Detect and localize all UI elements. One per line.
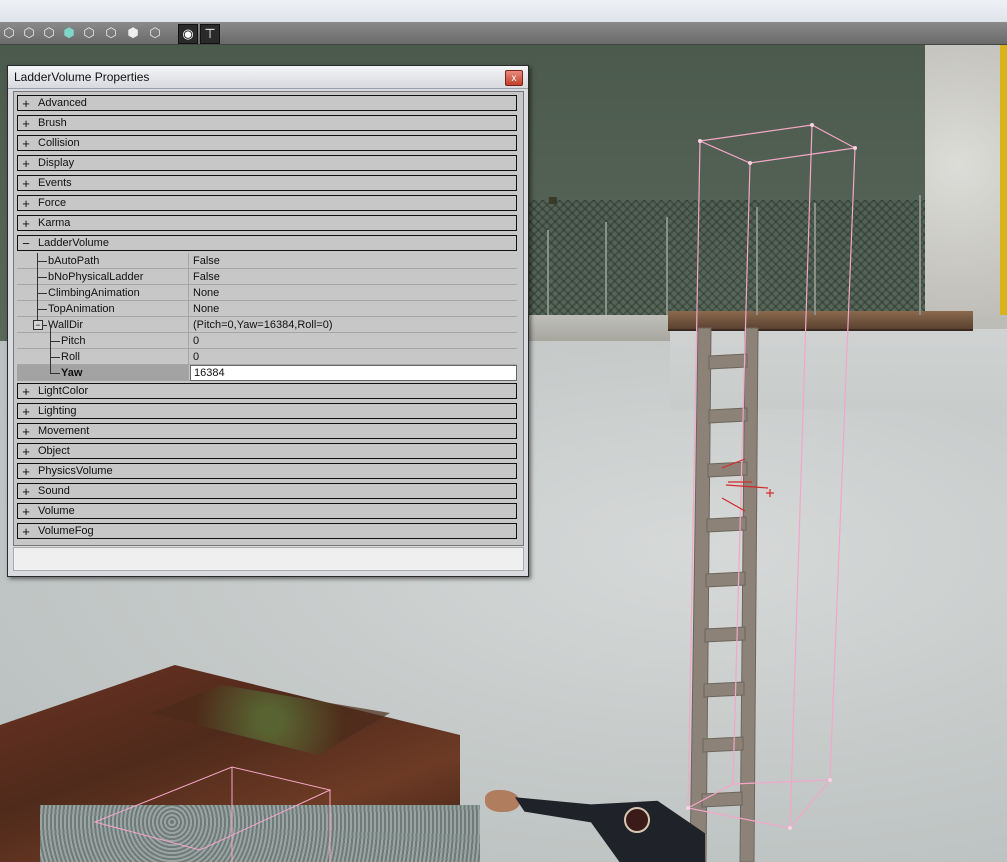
cube-icon[interactable]: ⬡ bbox=[0, 24, 18, 42]
expand-icon[interactable]: + bbox=[19, 217, 33, 230]
close-button[interactable]: x bbox=[505, 70, 523, 86]
property-name: bAutoPath bbox=[48, 254, 100, 267]
window-title: LadderVolume Properties bbox=[14, 70, 150, 84]
cube-icon[interactable]: ⬡ bbox=[146, 24, 164, 42]
property-row-pitch[interactable]: Pitch 0 bbox=[17, 332, 517, 349]
property-name: TopAnimation bbox=[48, 302, 115, 315]
property-name: Roll bbox=[61, 350, 80, 363]
category-label: Karma bbox=[38, 217, 71, 229]
property-name: WallDir bbox=[48, 318, 84, 331]
expand-icon[interactable]: + bbox=[19, 385, 33, 398]
property-value[interactable]: False bbox=[189, 271, 517, 283]
property-name: Yaw bbox=[61, 366, 83, 379]
expand-icon[interactable]: + bbox=[19, 425, 33, 438]
category-label: Collision bbox=[38, 137, 80, 149]
expand-icon[interactable]: + bbox=[19, 465, 33, 478]
category-laddervolume[interactable]: − LadderVolume bbox=[17, 235, 517, 251]
status-bar bbox=[13, 547, 524, 571]
property-row-roll[interactable]: Roll 0 bbox=[17, 348, 517, 365]
cube-icon[interactable]: ⬢ bbox=[60, 24, 78, 42]
property-value[interactable]: False bbox=[189, 255, 517, 267]
category-label: Events bbox=[38, 177, 72, 189]
property-value[interactable]: 0 bbox=[189, 335, 517, 347]
property-name: Pitch bbox=[61, 334, 86, 347]
category-label: Brush bbox=[38, 117, 67, 129]
category-label: Volume bbox=[38, 505, 75, 517]
property-row-bautopath[interactable]: bAutoPath False bbox=[17, 252, 517, 269]
expand-icon[interactable]: + bbox=[19, 525, 33, 538]
property-row-walldir[interactable]: − WallDir (Pitch=0,Yaw=16384,Roll=0) bbox=[17, 316, 517, 333]
character-hand bbox=[485, 790, 520, 812]
pin-icon[interactable]: ⊤ bbox=[200, 24, 220, 44]
property-value[interactable]: 0 bbox=[189, 351, 517, 363]
cube-icon[interactable]: ⬡ bbox=[102, 24, 120, 42]
expand-icon[interactable]: + bbox=[19, 485, 33, 498]
category-physicsvolume[interactable]: + PhysicsVolume bbox=[17, 463, 517, 479]
eye-icon[interactable]: ◉ bbox=[178, 24, 198, 44]
property-row-yaw[interactable]: Yaw 16384 bbox=[17, 364, 517, 381]
property-row-climbinganimation[interactable]: ClimbingAnimation None bbox=[17, 284, 517, 301]
category-collision[interactable]: + Collision bbox=[17, 135, 517, 151]
viewport-toolbar: ⬡ ⬡ ⬡ ⬢ ⬡ ⬡ ⬢ ⬡ ◉ ⊤ bbox=[0, 22, 1007, 45]
property-grid[interactable]: + Advanced + Brush + Collision + Display… bbox=[13, 91, 524, 546]
expand-icon[interactable]: + bbox=[19, 117, 33, 130]
category-lighting[interactable]: + Lighting bbox=[17, 403, 517, 419]
category-label: Display bbox=[38, 157, 75, 169]
collapse-icon[interactable]: − bbox=[19, 237, 33, 250]
category-advanced[interactable]: + Advanced bbox=[17, 95, 517, 111]
property-row-bnophysicalladder[interactable]: bNoPhysicalLadder False bbox=[17, 268, 517, 285]
expand-icon[interactable]: + bbox=[19, 405, 33, 418]
category-volume[interactable]: + Volume bbox=[17, 503, 517, 519]
property-name: bNoPhysicalLadder bbox=[48, 270, 144, 283]
category-label: Movement bbox=[38, 425, 90, 437]
expand-icon[interactable]: + bbox=[19, 157, 33, 170]
collapse-icon[interactable]: − bbox=[33, 319, 43, 330]
category-label: Lighting bbox=[38, 405, 77, 417]
expand-icon[interactable]: + bbox=[19, 177, 33, 190]
character-head bbox=[624, 807, 650, 833]
category-movement[interactable]: + Movement bbox=[17, 423, 517, 439]
expand-icon[interactable]: + bbox=[19, 137, 33, 150]
category-label: Object bbox=[38, 445, 70, 457]
expand-icon[interactable]: + bbox=[19, 197, 33, 210]
title-strip bbox=[0, 0, 1007, 23]
category-lightcolor[interactable]: + LightColor bbox=[17, 383, 517, 399]
category-karma[interactable]: + Karma bbox=[17, 215, 517, 231]
expand-icon[interactable]: + bbox=[19, 97, 33, 110]
yaw-value-input[interactable]: 16384 bbox=[190, 364, 517, 381]
category-label: LadderVolume bbox=[38, 237, 109, 249]
cube-icon[interactable]: ⬡ bbox=[80, 24, 98, 42]
category-force[interactable]: + Force bbox=[17, 195, 517, 211]
category-label: Advanced bbox=[38, 97, 87, 109]
category-object[interactable]: + Object bbox=[17, 443, 517, 459]
property-row-topanimation[interactable]: TopAnimation None bbox=[17, 300, 517, 317]
property-value[interactable]: (Pitch=0,Yaw=16384,Roll=0) bbox=[189, 319, 517, 331]
category-label: Sound bbox=[38, 485, 70, 497]
cube-icon[interactable]: ⬢ bbox=[124, 24, 142, 42]
category-events[interactable]: + Events bbox=[17, 175, 517, 191]
category-label: PhysicsVolume bbox=[38, 465, 113, 477]
property-value[interactable]: None bbox=[189, 303, 517, 315]
property-name: ClimbingAnimation bbox=[48, 286, 140, 299]
category-label: LightColor bbox=[38, 385, 89, 397]
category-label: VolumeFog bbox=[38, 525, 94, 537]
property-value[interactable]: None bbox=[189, 287, 517, 299]
category-display[interactable]: + Display bbox=[17, 155, 517, 171]
category-sound[interactable]: + Sound bbox=[17, 483, 517, 499]
category-brush[interactable]: + Brush bbox=[17, 115, 517, 131]
category-volumefog[interactable]: + VolumeFog bbox=[17, 523, 517, 539]
cube-icon[interactable]: ⬡ bbox=[20, 24, 38, 42]
category-label: Force bbox=[38, 197, 67, 209]
expand-icon[interactable]: + bbox=[19, 505, 33, 518]
cube-icon[interactable]: ⬡ bbox=[40, 24, 58, 42]
window-titlebar[interactable]: LadderVolume Properties bbox=[8, 66, 528, 89]
properties-window[interactable]: LadderVolume Properties x + Advanced + B… bbox=[7, 65, 529, 577]
expand-icon[interactable]: + bbox=[19, 445, 33, 458]
